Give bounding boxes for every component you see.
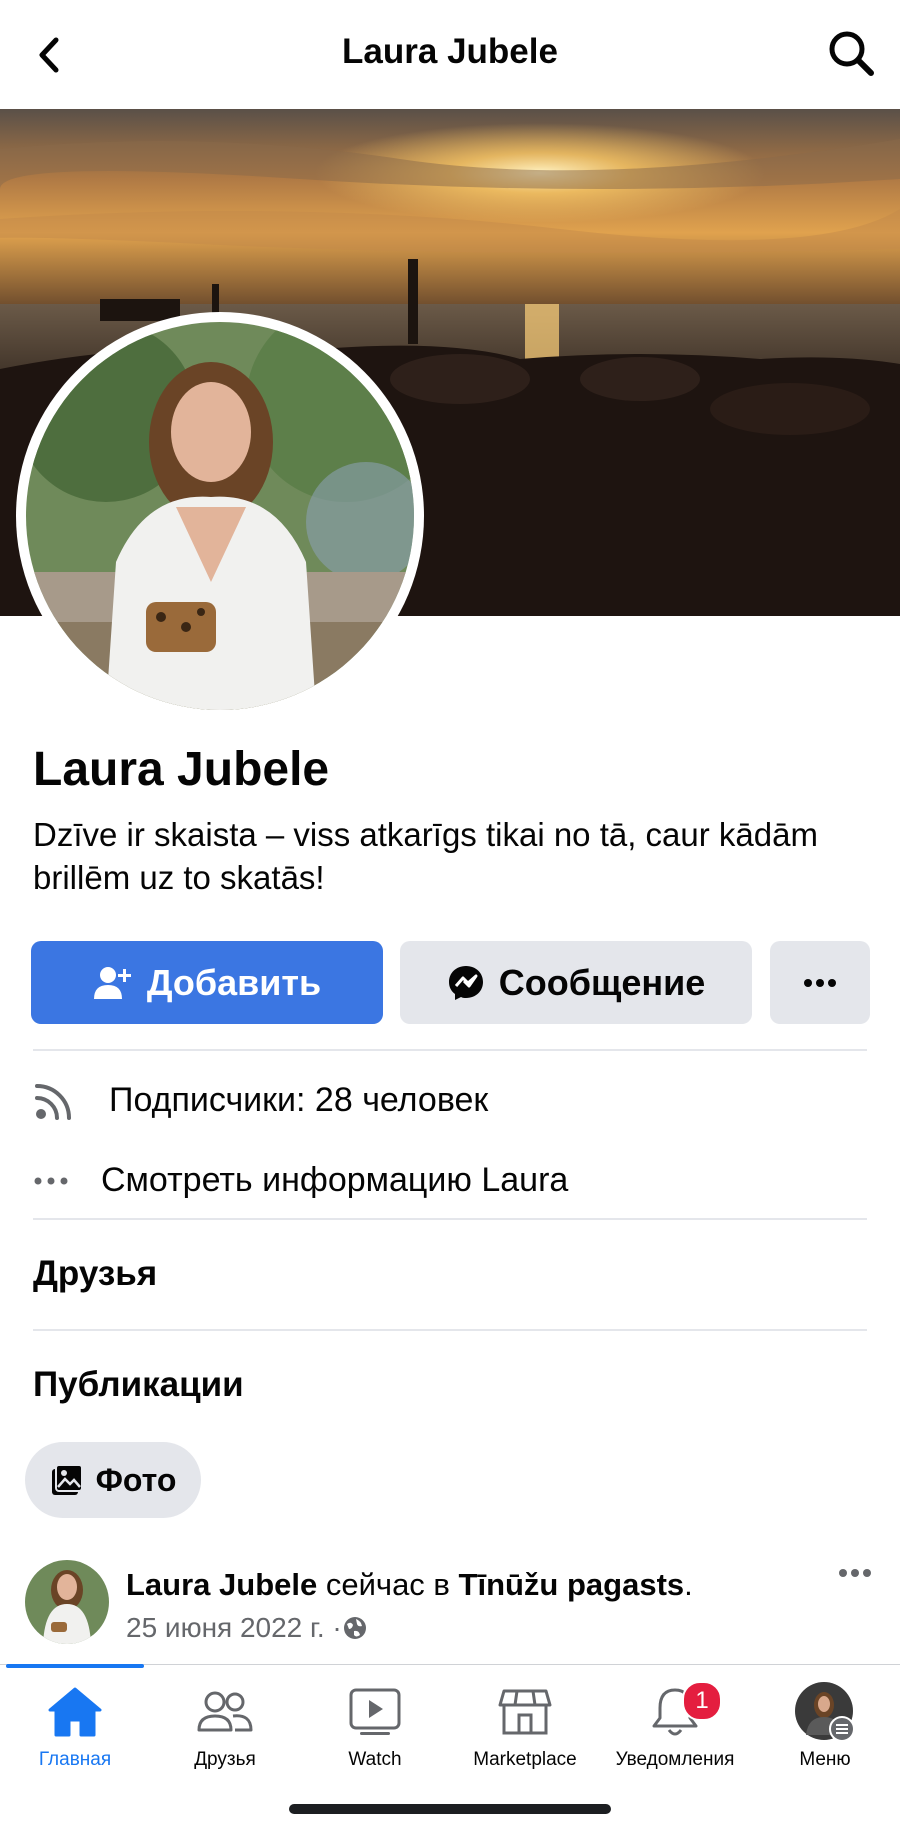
post-date[interactable]: 25 июня 2022 г. · <box>126 1612 342 1644</box>
marketplace-icon <box>498 1689 552 1735</box>
photo-chip-label: Фото <box>95 1461 177 1498</box>
more-options-button[interactable] <box>770 941 870 1024</box>
watch-icon <box>349 1688 401 1735</box>
notification-badge: 1 <box>682 1681 722 1721</box>
tab-friends[interactable]: Друзья <box>150 1677 300 1771</box>
tab-notifications-label: Уведомления <box>615 1749 735 1770</box>
tab-marketplace-label: Marketplace <box>473 1749 577 1770</box>
profile-name: Laura Jubele <box>33 743 330 796</box>
post-author-name[interactable]: Laura Jubele <box>126 1567 317 1602</box>
profile-picture-frame <box>16 312 424 720</box>
home-icon <box>48 1687 102 1737</box>
photo-filter-chip[interactable]: Фото <box>25 1442 201 1518</box>
tab-menu-label: Меню <box>799 1749 851 1770</box>
post-place[interactable]: Tīnūžu pagasts <box>459 1567 685 1602</box>
tab-menu[interactable]: Меню <box>750 1677 900 1771</box>
tab-friends-label: Друзья <box>194 1749 256 1770</box>
photos-icon <box>51 1464 83 1495</box>
messenger-icon <box>448 965 483 1000</box>
followers-row[interactable]: Подписчики: 28 человек <box>33 1078 488 1122</box>
see-info-row[interactable]: Смотреть информацию Laura <box>33 1161 568 1200</box>
menu-avatar-icon <box>795 1682 855 1742</box>
globe-icon <box>343 1617 366 1639</box>
page-title: Laura Jubele <box>342 32 558 71</box>
tab-notifications[interactable]: 1 Уведомления <box>600 1677 750 1771</box>
active-tab-indicator <box>6 1664 144 1668</box>
rss-followers-icon <box>35 1084 71 1120</box>
more-dots-icon <box>804 978 836 987</box>
post-author-avatar[interactable] <box>25 1560 109 1644</box>
add-friend-icon <box>93 966 131 999</box>
tab-home[interactable]: Главная <box>0 1677 150 1771</box>
post-end-text: . <box>684 1567 693 1602</box>
message-label: Сообщение <box>498 961 706 1003</box>
profile-picture[interactable] <box>26 322 414 710</box>
profile-bio: Dzīve ir skaista – viss atkarīgs tikai n… <box>33 816 818 896</box>
add-friend-button[interactable]: Добавить <box>31 941 383 1024</box>
tab-watch[interactable]: Watch <box>300 1677 450 1771</box>
tab-home-label: Главная <box>38 1749 112 1770</box>
tab-marketplace[interactable]: Marketplace <box>450 1677 600 1771</box>
post-headline: Laura Jubele сейчас в Tīnūžu pagasts. <box>126 1567 693 1603</box>
followers-count: Подписчики: 28 человек <box>109 1080 489 1119</box>
friends-icon <box>197 1691 253 1732</box>
home-indicator <box>289 1804 611 1814</box>
divider <box>33 1329 867 1331</box>
top-navigation-bar: Laura Jubele <box>0 0 900 109</box>
search-icon[interactable] <box>826 28 876 78</box>
divider <box>33 1218 867 1220</box>
post-more-icon[interactable] <box>838 1568 872 1578</box>
friends-section-title[interactable]: Друзья <box>33 1254 157 1294</box>
tab-watch-label: Watch <box>348 1749 402 1770</box>
post-meta: 25 июня 2022 г. · <box>126 1612 368 1644</box>
more-dots-icon <box>34 1177 68 1184</box>
post-middle-text: сейчас в <box>317 1567 459 1602</box>
see-info-label: Смотреть информацию Laura <box>101 1161 569 1199</box>
message-button[interactable]: Сообщение <box>400 941 752 1024</box>
posts-section-title: Публикации <box>33 1365 244 1404</box>
divider <box>33 1049 867 1051</box>
add-friend-label: Добавить <box>146 961 322 1003</box>
